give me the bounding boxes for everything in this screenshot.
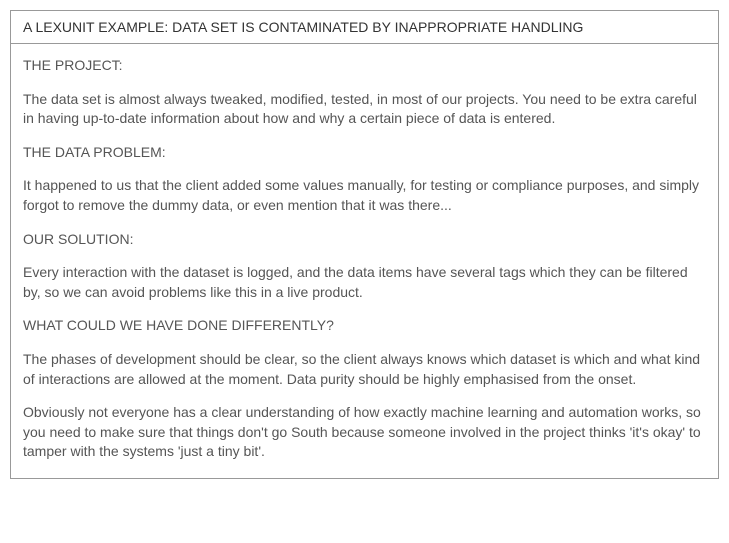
document-title: A LEXUNIT EXAMPLE: DATA SET IS CONTAMINA… [11,11,718,44]
section-heading: THE PROJECT: [23,56,706,76]
section-heading: OUR SOLUTION: [23,230,706,250]
document-content: THE PROJECT: The data set is almost alwa… [11,44,718,478]
section-heading: THE DATA PROBLEM: [23,143,706,163]
paragraph: Every interaction with the dataset is lo… [23,263,706,302]
paragraph: It happened to us that the client added … [23,176,706,215]
document-box: A LEXUNIT EXAMPLE: DATA SET IS CONTAMINA… [10,10,719,479]
paragraph: The phases of development should be clea… [23,350,706,389]
paragraph: Obviously not everyone has a clear under… [23,403,706,462]
section-heading: WHAT COULD WE HAVE DONE DIFFERENTLY? [23,316,706,336]
paragraph: The data set is almost always tweaked, m… [23,90,706,129]
